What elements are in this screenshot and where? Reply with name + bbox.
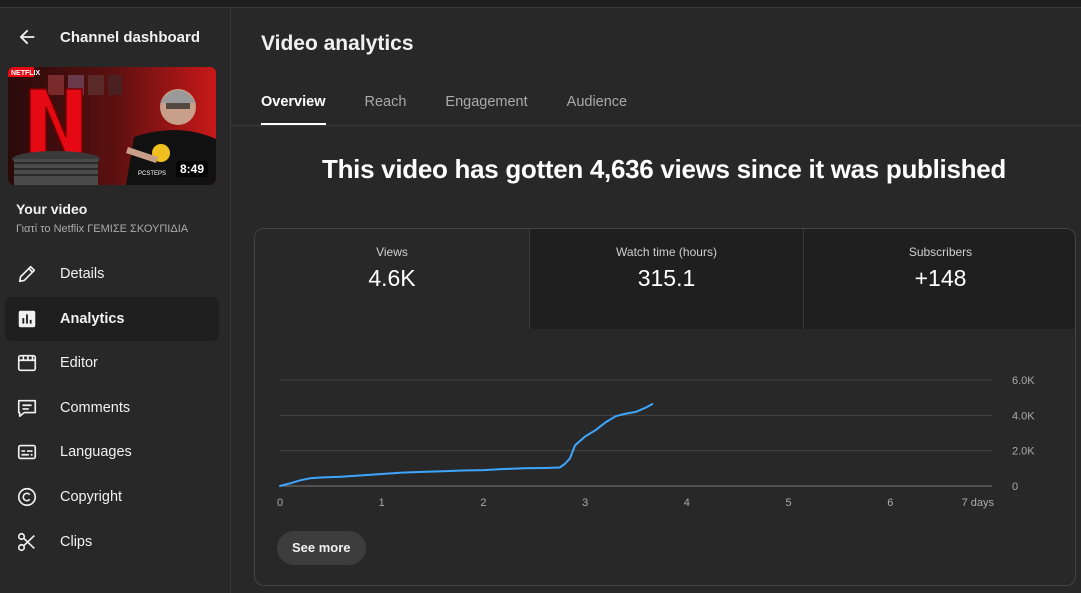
scissors-icon <box>16 531 38 553</box>
metric-label: Watch time (hours) <box>616 245 717 259</box>
sidebar-item-label: Details <box>60 266 105 282</box>
sidebar-item-comments[interactable]: Comments <box>5 386 219 430</box>
y-tick-label: 4.0K <box>1012 410 1035 422</box>
svg-text:NETFLIX: NETFLIX <box>11 70 40 77</box>
x-tick-label: 6 <box>887 497 893 509</box>
sidebar-header: Channel dashboard <box>16 26 200 48</box>
analytics-card: Views 4.6K Watch time (hours) 315.1 Subs… <box>254 228 1076 586</box>
metric-label: Views <box>376 245 408 259</box>
top-strip <box>0 0 1081 8</box>
y-tick-label: 6.0K <box>1012 375 1035 387</box>
views-line-chart: 0 2.0K 4.0K 6.0K 0 1 2 3 4 5 6 7 days <box>277 375 1035 509</box>
sidebar-item-label: Languages <box>60 444 132 461</box>
metric-views[interactable]: Views 4.6K <box>255 229 529 329</box>
comments-icon <box>16 397 38 419</box>
views-headline: This video has gotten 4,636 views since … <box>322 154 1006 184</box>
sidebar-item-clips[interactable]: Clips <box>5 520 219 564</box>
tab-audience[interactable]: Audience <box>567 86 627 125</box>
copyright-icon <box>16 486 38 508</box>
sidebar-nav: Details Analytics Editor Comments Langua… <box>5 252 219 564</box>
metric-value: 4.6K <box>368 265 416 291</box>
tab-bar: Overview Reach Engagement Audience <box>261 86 666 126</box>
sidebar-item-copyright[interactable]: Copyright <box>5 475 219 519</box>
subtitles-icon <box>16 441 38 463</box>
sidebar: Channel dashboard NETFLIX PCSTEPS 8:49 Y… <box>0 8 231 593</box>
svg-text:PCSTEPS: PCSTEPS <box>138 171 166 177</box>
series-line <box>279 403 654 487</box>
sidebar-item-analytics[interactable]: Analytics <box>5 296 219 341</box>
x-tick-label: 2 <box>480 497 486 509</box>
metric-tabs: Views 4.6K Watch time (hours) 315.1 Subs… <box>255 229 1075 329</box>
your-video-label: Your video <box>16 201 88 217</box>
editor-icon <box>16 352 38 374</box>
metric-value: 315.1 <box>637 265 696 291</box>
sidebar-item-label: Analytics <box>60 310 125 327</box>
sidebar-item-label: Clips <box>60 533 93 550</box>
video-thumbnail[interactable]: NETFLIX PCSTEPS 8:49 <box>8 67 216 185</box>
video-duration: 8:49 <box>175 161 208 177</box>
tab-overview[interactable]: Overview <box>261 86 326 125</box>
metric-label: Subscribers <box>908 245 973 259</box>
x-tick-label: 3 <box>582 497 588 509</box>
tab-engagement[interactable]: Engagement <box>445 86 527 125</box>
pencil-icon <box>16 263 38 285</box>
see-more-button[interactable]: See more <box>277 531 366 565</box>
sidebar-item-label: Copyright <box>60 488 123 505</box>
x-tick-label: 5 <box>786 497 792 509</box>
metric-value: +148 <box>914 265 967 291</box>
analytics-icon <box>16 308 38 330</box>
x-tick-label: 0 <box>277 497 283 509</box>
sidebar-item-details[interactable]: Details <box>5 252 219 296</box>
x-tick-label: 4 <box>684 497 690 509</box>
x-tick-label: 7 days <box>962 497 995 509</box>
sidebar-item-languages[interactable]: Languages <box>5 430 219 474</box>
page-title: Video analytics <box>261 32 414 55</box>
sidebar-item-editor[interactable]: Editor <box>5 341 219 385</box>
sidebar-item-label: Comments <box>60 399 131 416</box>
metric-watch-time[interactable]: Watch time (hours) 315.1 <box>529 229 803 329</box>
sidebar-item-label: Editor <box>60 355 98 372</box>
tab-reach[interactable]: Reach <box>365 86 407 125</box>
video-title: Γιατί το Netflix ΓΕΜΙΣΕ ΣΚΟΥΠΙΔΙΑ <box>16 223 189 235</box>
y-tick-label: 0 <box>1012 481 1018 493</box>
metric-subscribers[interactable]: Subscribers +148 <box>803 229 1075 329</box>
y-tick-label: 2.0K <box>1012 446 1035 458</box>
sidebar-header-title[interactable]: Channel dashboard <box>60 29 200 46</box>
x-tick-label: 1 <box>379 497 385 509</box>
tab-divider <box>231 125 1081 126</box>
back-arrow-icon[interactable] <box>16 26 38 48</box>
